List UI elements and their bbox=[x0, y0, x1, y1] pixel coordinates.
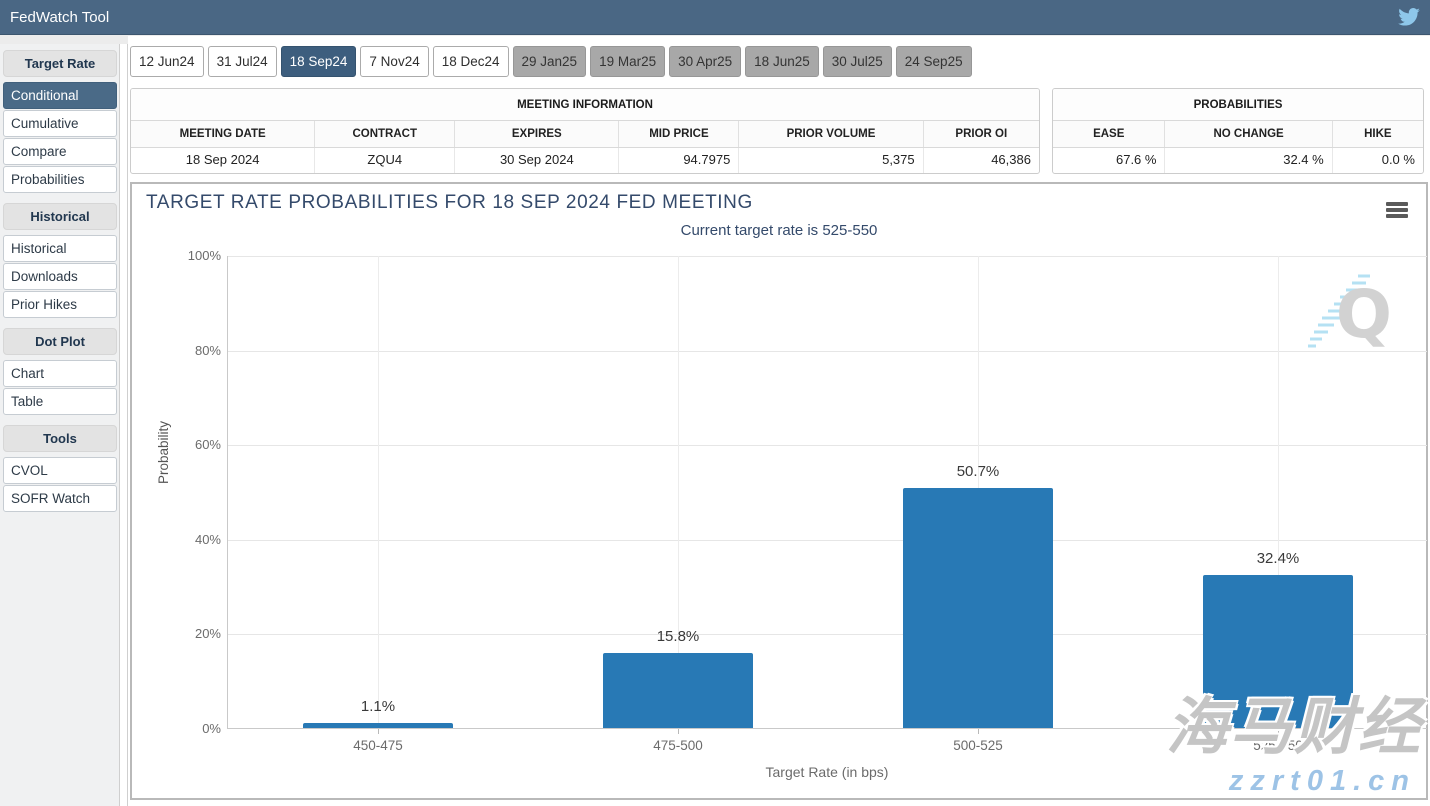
sidebar-section-historical: Historical bbox=[3, 203, 117, 230]
tab-18-jun25[interactable]: 18 Jun25 bbox=[745, 46, 819, 77]
cell-meeting-date: 18 Sep 2024 bbox=[131, 148, 315, 173]
sidebar-item-prior-hikes[interactable]: Prior Hikes bbox=[3, 291, 117, 318]
y-tick-label-20: 20% bbox=[161, 626, 221, 641]
x-tick-mark-450-475 bbox=[378, 729, 379, 734]
y-tick-label-100: 100% bbox=[161, 248, 221, 263]
tab-29-jan25[interactable]: 29 Jan25 bbox=[513, 46, 587, 77]
tab-7-nov24[interactable]: 7 Nov24 bbox=[360, 46, 428, 77]
app-header: FedWatch Tool bbox=[0, 0, 1430, 35]
sidebar-section-tools: Tools bbox=[3, 425, 117, 452]
tab-18-dec24[interactable]: 18 Dec24 bbox=[433, 46, 509, 77]
y-tick-label-40: 40% bbox=[161, 532, 221, 547]
table-title: MEETING INFORMATION bbox=[131, 89, 1039, 121]
y-tick-label-60: 60% bbox=[161, 437, 221, 452]
bar-value-label-475-500: 15.8% bbox=[603, 628, 753, 645]
h-gridline-40 bbox=[228, 540, 1427, 541]
site-watermark-url: zzrt01.cn bbox=[1229, 765, 1416, 798]
sidebar-item-probabilities[interactable]: Probabilities bbox=[3, 166, 117, 193]
column-header-expires: EXPIRES bbox=[455, 121, 619, 147]
y-axis-title: Probability bbox=[156, 421, 171, 484]
chart-panel: TARGET RATE PROBABILITIES FOR 18 SEP 202… bbox=[130, 182, 1428, 800]
sidebar-item-downloads[interactable]: Downloads bbox=[3, 263, 117, 290]
x-tick-label-500-525: 500-525 bbox=[903, 738, 1053, 753]
column-header-meeting-date: MEETING DATE bbox=[131, 121, 315, 147]
cell-ease: 67.6 % bbox=[1053, 148, 1165, 173]
sidebar-item-chart[interactable]: Chart bbox=[3, 360, 117, 387]
q-letter: Q bbox=[1336, 276, 1392, 353]
meeting-date-tabs: 12 Jun2431 Jul2418 Sep247 Nov2418 Dec242… bbox=[130, 46, 972, 77]
y-tick-label-0: 0% bbox=[161, 721, 221, 736]
cell-contract: ZQU4 bbox=[315, 148, 455, 173]
sidebar-item-table[interactable]: Table bbox=[3, 388, 117, 415]
table-header-row: EASENO CHANGEHIKE bbox=[1053, 121, 1423, 148]
v-gridline-450-475 bbox=[378, 256, 379, 728]
tab-19-mar25[interactable]: 19 Mar25 bbox=[590, 46, 665, 77]
x-tick-label-475-500: 475-500 bbox=[603, 738, 753, 753]
site-watermark-name: 海马财经 bbox=[1166, 676, 1422, 766]
twitter-icon[interactable] bbox=[1398, 8, 1430, 26]
sidebar-splitter[interactable] bbox=[119, 44, 128, 806]
sidebar-section-dot-plot: Dot Plot bbox=[3, 328, 117, 355]
table-header-row: MEETING DATECONTRACTEXPIRESMID PRICEPRIO… bbox=[131, 121, 1039, 148]
tab-30-jul25[interactable]: 30 Jul25 bbox=[823, 46, 892, 77]
sidebar-item-conditional[interactable]: Conditional bbox=[3, 82, 117, 109]
sidebar-item-cumulative[interactable]: Cumulative bbox=[3, 110, 117, 137]
column-header-mid-price: MID PRICE bbox=[619, 121, 739, 147]
h-gridline-100 bbox=[228, 256, 1427, 257]
bar-500-525[interactable] bbox=[903, 488, 1053, 728]
column-header-hike: HIKE bbox=[1333, 121, 1423, 147]
bar-value-label-450-475: 1.1% bbox=[303, 698, 453, 715]
quikstrike-logo-watermark: Q bbox=[1308, 272, 1398, 362]
meeting-information-table: MEETING INFORMATIONMEETING DATECONTRACTE… bbox=[130, 88, 1040, 174]
column-header-ease: EASE bbox=[1053, 121, 1165, 147]
main-content: 12 Jun2431 Jul2418 Sep247 Nov2418 Dec242… bbox=[128, 36, 1430, 806]
chart-title: TARGET RATE PROBABILITIES FOR 18 SEP 202… bbox=[146, 192, 753, 214]
plot-area: 0%20%40%60%80%100%450-4751.1%475-50015.8… bbox=[227, 256, 1427, 729]
bar-value-label-525-550: 32.4% bbox=[1203, 550, 1353, 567]
tab-12-jun24[interactable]: 12 Jun24 bbox=[130, 46, 204, 77]
bar-450-475[interactable] bbox=[303, 723, 453, 728]
column-header-contract: CONTRACT bbox=[315, 121, 455, 147]
tab-31-jul24[interactable]: 31 Jul24 bbox=[208, 46, 277, 77]
cell-expires: 30 Sep 2024 bbox=[455, 148, 619, 173]
sidebar-item-sofr-watch[interactable]: SOFR Watch bbox=[3, 485, 117, 512]
tab-18-sep24[interactable]: 18 Sep24 bbox=[281, 46, 357, 77]
column-header-prior-volume: PRIOR VOLUME bbox=[739, 121, 923, 147]
table-value-row: 18 Sep 2024ZQU430 Sep 202494.79755,37546… bbox=[131, 148, 1039, 173]
table-title: PROBABILITIES bbox=[1053, 89, 1423, 121]
x-tick-mark-475-500 bbox=[678, 729, 679, 734]
tab-24-sep25[interactable]: 24 Sep25 bbox=[896, 46, 972, 77]
bar-value-label-500-525: 50.7% bbox=[903, 463, 1053, 480]
x-tick-label-450-475: 450-475 bbox=[303, 738, 453, 753]
table-value-row: 67.6 %32.4 %0.0 % bbox=[1053, 148, 1423, 173]
bar-475-500[interactable] bbox=[603, 653, 753, 728]
sidebar-item-cvol[interactable]: CVOL bbox=[3, 457, 117, 484]
cell-no-change: 32.4 % bbox=[1165, 148, 1332, 173]
sidebar: Target RateConditionalCumulativeCompareP… bbox=[0, 44, 119, 806]
probabilities-table: PROBABILITIESEASENO CHANGEHIKE67.6 %32.4… bbox=[1052, 88, 1424, 174]
chart-subtitle: Current target rate is 525-550 bbox=[132, 222, 1426, 239]
cell-prior-oi: 46,386 bbox=[924, 148, 1039, 173]
tab-30-apr25[interactable]: 30 Apr25 bbox=[669, 46, 741, 77]
sidebar-item-historical[interactable]: Historical bbox=[3, 235, 117, 262]
x-tick-mark-500-525 bbox=[978, 729, 979, 734]
y-tick-label-80: 80% bbox=[161, 343, 221, 358]
h-gridline-60 bbox=[228, 445, 1427, 446]
sidebar-section-target-rate: Target Rate bbox=[3, 50, 117, 77]
sidebar-item-compare[interactable]: Compare bbox=[3, 138, 117, 165]
chart-menu-icon[interactable] bbox=[1386, 202, 1408, 220]
app-title: FedWatch Tool bbox=[0, 9, 109, 26]
cell-hike: 0.0 % bbox=[1333, 148, 1423, 173]
column-header-no-change: NO CHANGE bbox=[1165, 121, 1332, 147]
cell-prior-volume: 5,375 bbox=[739, 148, 923, 173]
h-gridline-80 bbox=[228, 351, 1427, 352]
column-header-prior-oi: PRIOR OI bbox=[924, 121, 1039, 147]
cell-mid-price: 94.7975 bbox=[619, 148, 739, 173]
